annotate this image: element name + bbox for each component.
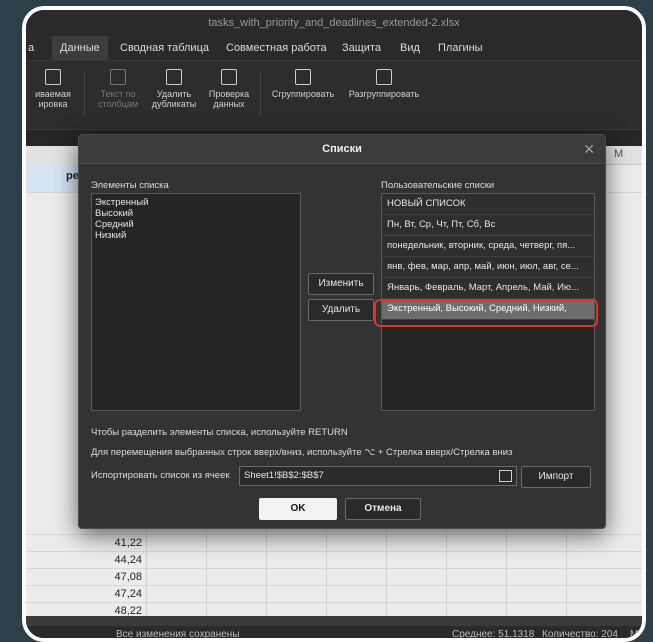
custom-list-item[interactable]: Пн, Вт, Ср, Чт, Пт, Сб, Вс: [382, 215, 594, 236]
text-to-columns-button[interactable]: Текст по столбцам: [92, 69, 144, 109]
custom-list-item[interactable]: Январь, Февраль, Март, Апрель, Май, Ию..…: [382, 278, 594, 299]
ungroup-label: Разгруппировать: [348, 89, 420, 99]
change-button[interactable]: Изменить: [308, 273, 374, 295]
lists-dialog: Списки ✕ Элементы списка Экстренный Высо…: [78, 134, 606, 529]
import-button[interactable]: Импорт: [521, 466, 591, 488]
custom-list-item[interactable]: НОВЫЙ СПИСОК: [382, 194, 594, 215]
import-label: Испортировать список из ячеек: [91, 470, 230, 481]
import-range-input[interactable]: Sheet1!$B$2:$B$7: [239, 466, 517, 486]
group-icon: [295, 69, 311, 85]
data-validation-button[interactable]: Проверка данных: [204, 69, 254, 109]
import-range-value: Sheet1!$B$2:$B$7: [244, 470, 324, 481]
range-select-icon[interactable]: [499, 470, 512, 482]
ok-button[interactable]: OK: [259, 498, 337, 520]
list-items-box[interactable]: Экстренный Высокий Средний Низкий: [91, 193, 301, 411]
cell-value[interactable]: 47,08: [26, 571, 142, 583]
remove-duplicates-label: Удалить дубликаты: [151, 89, 197, 109]
sort-button[interactable]: иваемая ировка: [26, 69, 80, 109]
group-button[interactable]: Сгруппировать: [266, 69, 340, 99]
text-columns-icon: [110, 69, 126, 85]
ungroup-button[interactable]: Разгруппировать: [344, 69, 424, 99]
sort-icon: [45, 69, 61, 85]
delete-button[interactable]: Удалить: [308, 299, 374, 321]
status-average: Среднее: 51,1318: [452, 629, 535, 640]
validation-icon: [221, 69, 237, 85]
save-status: Все изменения сохранены: [116, 629, 240, 640]
cell-value[interactable]: 47,24: [26, 588, 142, 600]
menu-item-protection[interactable]: Защита: [342, 36, 381, 60]
list-item[interactable]: Низкий: [92, 230, 300, 241]
data-validation-label: Проверка данных: [208, 89, 250, 109]
custom-list-item[interactable]: понедельник, вторник, среда, четверг, пя…: [382, 236, 594, 257]
cell-value[interactable]: 41,22: [26, 537, 142, 549]
selection-highlight: [374, 299, 598, 327]
group-label: Сгруппировать: [271, 89, 335, 99]
status-bar: Все изменения сохранены Среднее: 51,1318…: [26, 626, 642, 640]
dialog-title: Списки: [79, 135, 605, 164]
menu-item-pivot[interactable]: Сводная таблица: [120, 36, 209, 60]
ungroup-icon: [376, 69, 392, 85]
remove-duplicates-icon: [166, 69, 182, 85]
menu-item-partial[interactable]: а: [28, 36, 34, 60]
app-window: tasks_with_priority_and_deadlines_extend…: [22, 6, 646, 642]
remove-duplicates-button[interactable]: Удалить дубликаты: [146, 69, 202, 109]
column-m-header[interactable]: M: [614, 148, 623, 160]
text-to-columns-label: Текст по столбцам: [97, 89, 139, 109]
cancel-button[interactable]: Отмена: [345, 498, 421, 520]
hint-move: Для перемещения выбранных строк вверх/вн…: [91, 447, 513, 458]
status-extra: М: [630, 629, 639, 640]
menu-item-plugins[interactable]: Плагины: [438, 36, 483, 60]
close-icon[interactable]: ✕: [583, 141, 595, 158]
custom-list-item[interactable]: янв, фев, мар, апр, май, июн, июл, авг, …: [382, 257, 594, 278]
menu-item-data[interactable]: Данные: [52, 36, 108, 60]
list-item[interactable]: Экстренный: [92, 197, 300, 208]
list-item[interactable]: Высокий: [92, 208, 300, 219]
status-count: Количество: 204: [542, 629, 618, 640]
menu-item-view[interactable]: Вид: [400, 36, 420, 60]
list-items-label: Элементы списка: [91, 180, 169, 191]
toolbar: иваемая ировка Текст по столбцам Удалить…: [26, 61, 642, 130]
menu-bar: а Данные Сводная таблица Совместная рабо…: [26, 36, 642, 61]
cell-value[interactable]: 44,24: [26, 554, 142, 566]
menu-item-collab[interactable]: Совместная работа: [226, 36, 327, 60]
hint-return: Чтобы разделить элементы списка, использ…: [91, 427, 348, 438]
sort-label: иваемая ировка: [35, 89, 71, 109]
horizontal-scrollbar[interactable]: [26, 616, 642, 626]
custom-lists-label: Пользовательские списки: [381, 180, 495, 191]
list-item[interactable]: Средний: [92, 219, 300, 230]
header-cell-text: ре: [66, 170, 79, 182]
window-title: tasks_with_priority_and_deadlines_extend…: [26, 10, 642, 36]
